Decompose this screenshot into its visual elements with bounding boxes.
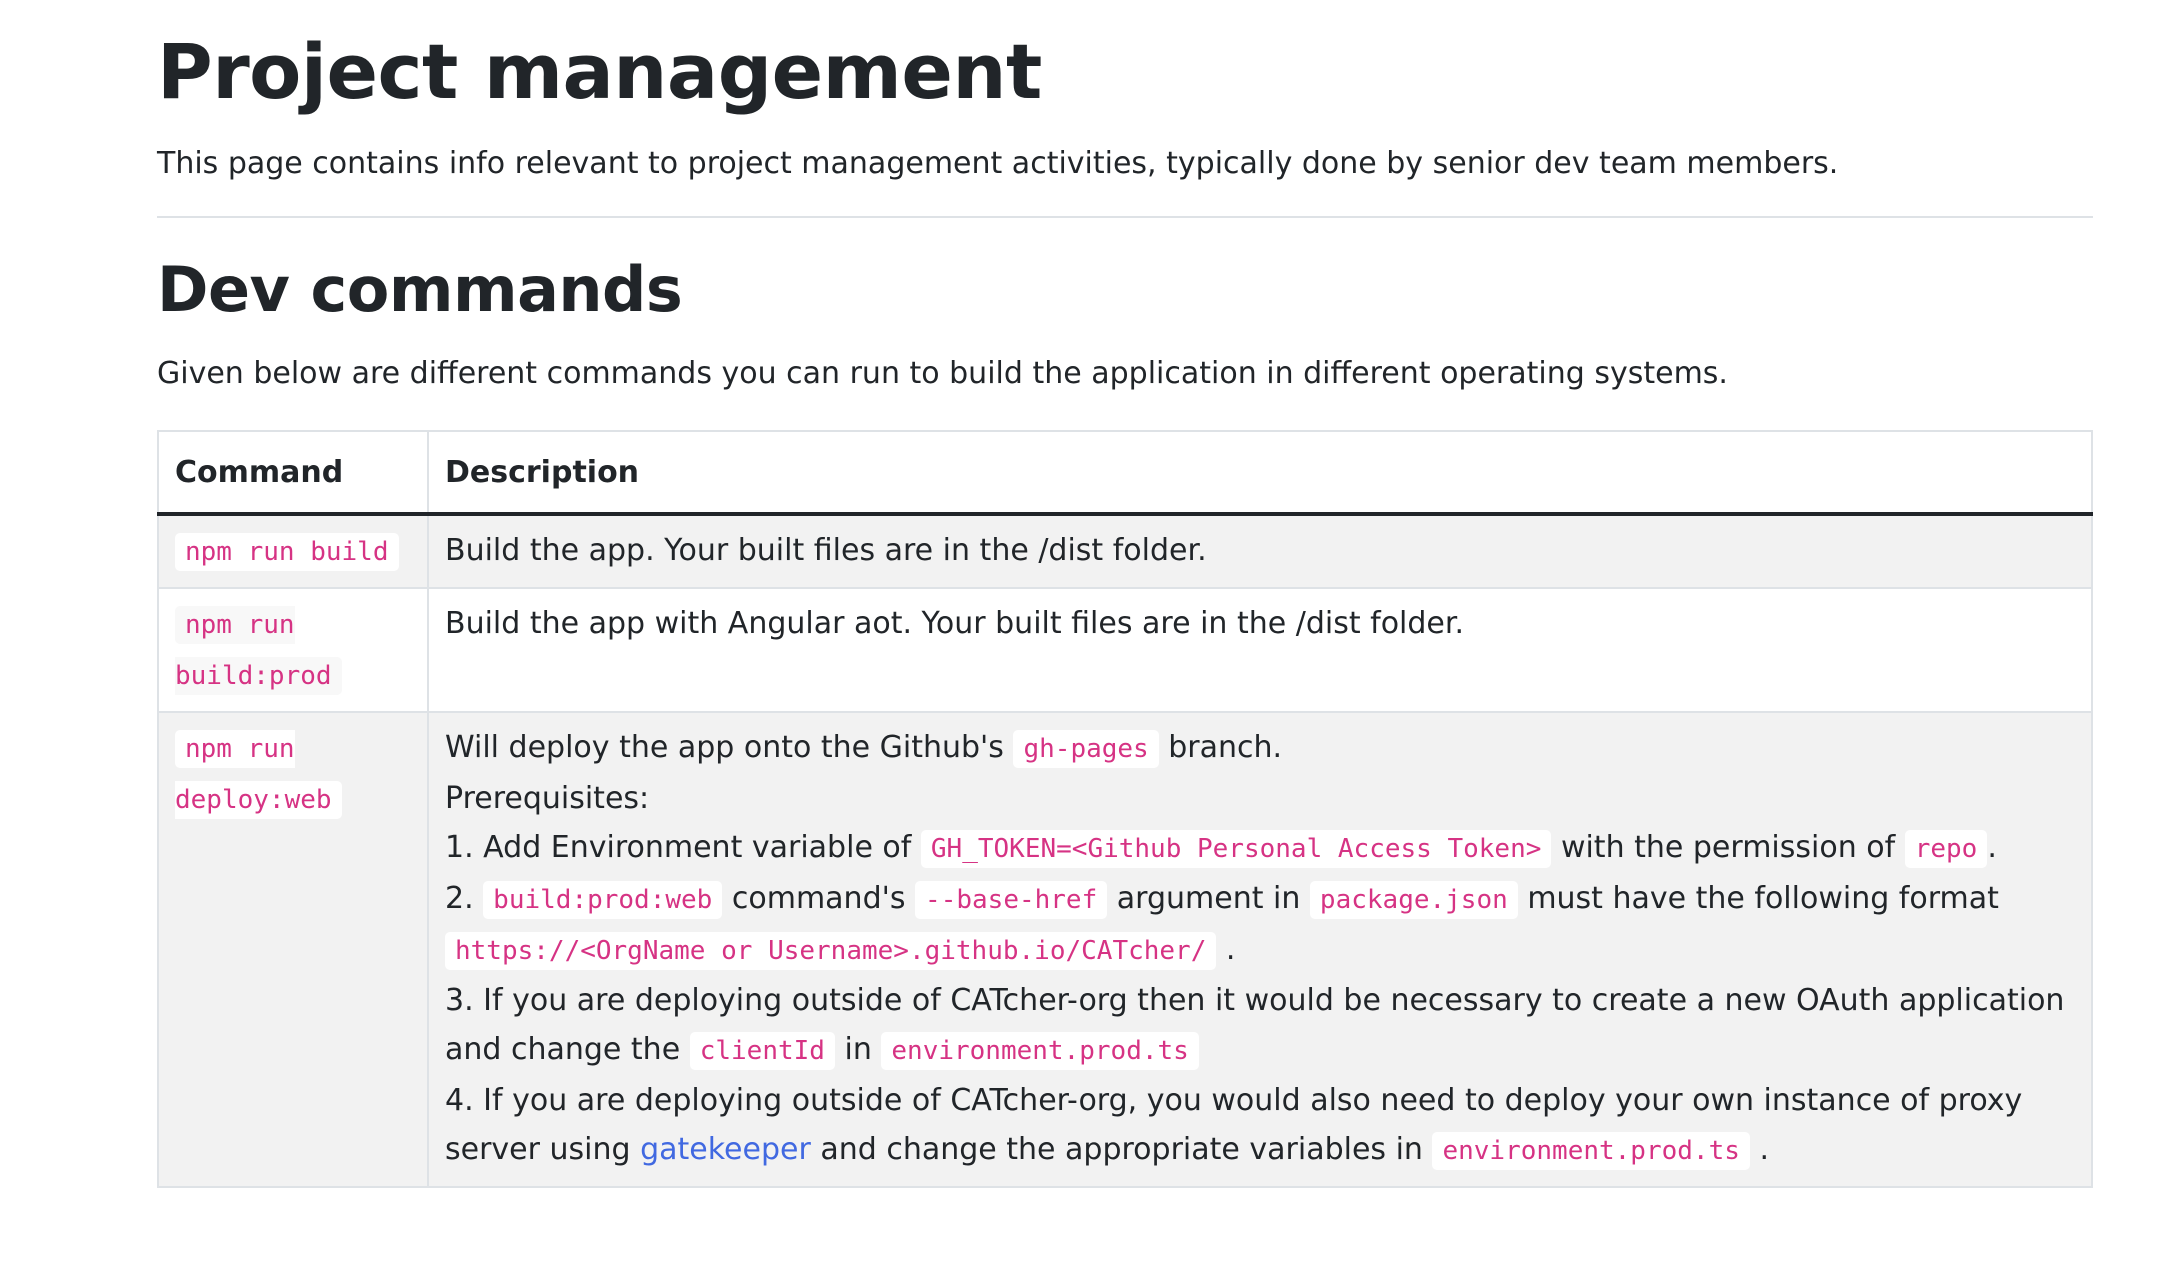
page-content: Project management This page contains in… [157, 0, 2093, 1188]
divider [157, 216, 2093, 218]
text: with the permission of [1560, 830, 1896, 865]
text: . [1759, 1132, 1769, 1167]
text: . [1987, 830, 1997, 865]
description-cell: Build the app. Your built files are in t… [427, 513, 2093, 589]
text: argument in [1116, 881, 1301, 916]
text: 3. If you are deploying outside of CATch… [445, 983, 2065, 1067]
inline-code: environment.prod.ts [1432, 1132, 1750, 1170]
description-line: Will deploy the app onto the Github's gh… [445, 723, 2075, 774]
table-row: npm run build Build the app. Your built … [157, 513, 2093, 589]
command-cell: npm run deploy:web [157, 711, 429, 1188]
intro-paragraph: This page contains info relevant to proj… [157, 146, 1839, 181]
inline-code: gh-pages [1013, 730, 1159, 768]
table-header-row: Command Description [157, 430, 2093, 516]
prerequisite-item: 4. If you are deploying outside of CATch… [445, 1076, 2075, 1176]
header-command: Command [157, 430, 429, 516]
text: command's [731, 881, 906, 916]
gatekeeper-link[interactable]: gatekeeper [640, 1132, 811, 1167]
inline-code: repo [1904, 830, 1988, 868]
inline-code: https://<OrgName or Username>.github.io/… [445, 932, 1217, 970]
inline-code: package.json [1309, 881, 1518, 919]
page-title: Project management [157, 27, 1042, 116]
inline-code: --base-href [915, 881, 1108, 919]
inline-code: build:prod:web [483, 881, 723, 919]
header-description: Description [427, 430, 2093, 516]
prerequisite-item: 1. Add Environment variable of GH_TOKEN=… [445, 823, 2075, 874]
dev-commands-table: Command Description npm run build Build … [157, 430, 2093, 1188]
prerequisite-item: 3. If you are deploying outside of CATch… [445, 976, 2075, 1076]
prerequisites-label: Prerequisites: [445, 781, 650, 816]
command-cell: npm run build:prod [157, 587, 429, 713]
inline-code: GH_TOKEN=<Github Personal Access Token> [920, 830, 1552, 868]
command-code: npm run build [175, 533, 399, 571]
text: must have the following format [1527, 881, 1999, 916]
text: Will deploy the app onto the Github's [445, 730, 1004, 765]
text: in [844, 1032, 872, 1067]
text: 2. [445, 881, 474, 916]
description-cell: Will deploy the app onto the Github's gh… [427, 711, 2093, 1188]
prerequisite-item: 2. build:prod:web command's --base-href … [445, 874, 2075, 976]
inline-code: environment.prod.ts [881, 1032, 1199, 1070]
table-row: npm run build:prod Build the app with An… [157, 587, 2093, 713]
text: 1. Add Environment variable of [445, 830, 912, 865]
inline-code: clientId [689, 1032, 835, 1070]
command-code: npm run deploy:web [175, 730, 342, 819]
text: branch. [1168, 730, 1283, 765]
section-description: Given below are different commands you c… [157, 356, 1728, 391]
description-cell: Build the app with Angular aot. Your bui… [427, 587, 2093, 713]
text: and change the appropriate variables in [820, 1132, 1423, 1167]
command-code: npm run build:prod [175, 606, 342, 695]
section-title: Dev commands [157, 253, 683, 326]
command-cell: npm run build [157, 513, 429, 589]
text: . [1225, 932, 1236, 967]
table-row: npm run deploy:web Will deploy the app o… [157, 711, 2093, 1188]
